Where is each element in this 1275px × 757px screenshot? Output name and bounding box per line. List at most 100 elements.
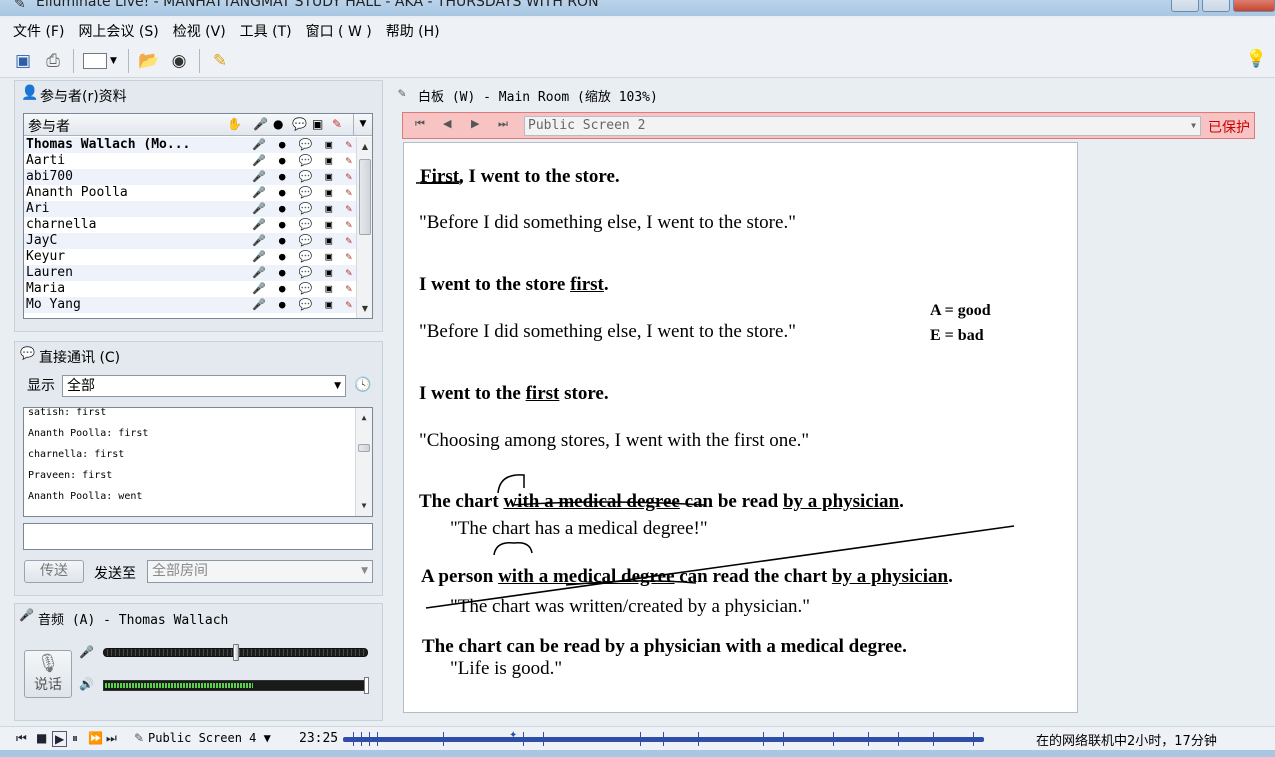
pen-icon: ✎ [345, 266, 352, 279]
scroll-thumb[interactable] [359, 159, 371, 235]
timeline-tick [898, 732, 899, 746]
desktop-column-icon[interactable]: ▣ [312, 117, 323, 131]
chat-input[interactable] [23, 523, 373, 550]
timeline-tick [361, 732, 362, 746]
play-icon[interactable]: ▶ [52, 731, 68, 747]
timeline-tick [543, 732, 544, 746]
mic-icon: 🎤 [252, 250, 266, 263]
pen-icon: ✎ [345, 234, 352, 247]
status-pen-icon: ✎ [134, 731, 145, 745]
scroll-thumb[interactable] [358, 444, 370, 452]
desktop-icon: ▣ [325, 138, 333, 151]
send-button[interactable]: 传送 [24, 560, 84, 583]
chat-icon: 💬 [298, 138, 313, 151]
fast-forward-icon[interactable]: ⏩ [88, 731, 103, 745]
send-to-label: 发送至 [94, 566, 136, 582]
menu-window[interactable]: 窗口 ( W ) [299, 21, 379, 41]
participant-row[interactable]: Lauren 🎤 ● 💬 ▣ ✎ [24, 265, 356, 281]
desktop-icon: ▣ [325, 186, 333, 199]
mic-column-icon[interactable]: 🎤 [253, 117, 268, 131]
send-to-select[interactable]: 全部房间 ▼ [147, 560, 373, 583]
speaker-icon: 🔊 [79, 677, 94, 691]
save-icon[interactable]: ▣ [10, 48, 36, 74]
lightbulb-icon[interactable]: 💡 [1246, 49, 1267, 69]
columns-dropdown[interactable]: ▼ [353, 114, 372, 135]
next-screen-icon[interactable]: ▶ [471, 117, 479, 130]
menu-help[interactable]: 帮助 (H) [379, 21, 447, 41]
raise-hand-icon[interactable]: ✋ [227, 117, 242, 131]
playback-timeline[interactable]: ✦ [343, 730, 984, 746]
last-screen-icon[interactable]: ⏭ [498, 117, 508, 131]
whiteboard-annotations [415, 181, 1015, 609]
webcam-icon[interactable]: ◉ [166, 48, 192, 74]
chat-column-icon[interactable]: 💬 [292, 117, 307, 131]
toolbar: ▣ ⎙ ▼ 📂 ◉ ✎ 💡 [0, 44, 1275, 78]
participants-title: 参与者(r)资料 [40, 89, 127, 105]
participant-row[interactable]: Keyur 🎤 ● 💬 ▣ ✎ [24, 249, 356, 265]
timeline-marker-icon[interactable]: ✦ [509, 730, 517, 741]
notes-icon[interactable]: ✎ [207, 48, 233, 74]
chat-scrollbar[interactable]: ▲ ▼ [355, 408, 372, 516]
scroll-down-icon[interactable]: ▼ [357, 301, 372, 317]
window-bottom-edge [0, 750, 1275, 757]
participant-row[interactable]: charnella 🎤 ● 💬 ▣ ✎ [24, 217, 356, 233]
pen-icon: ✎ [345, 170, 352, 183]
desktop-icon: ▣ [325, 234, 333, 247]
annotation-arc-2 [493, 541, 533, 556]
participant-row[interactable]: JayC 🎤 ● 💬 ▣ ✎ [24, 233, 356, 249]
timeline-tick [640, 732, 641, 746]
participants-list: 参与者 ✋ 🎤 ● 💬 ▣ ✎ ▼ Thomas Wallach (Mo... 🎤… [23, 113, 373, 319]
toolbar-separator [128, 48, 129, 73]
chat-icon: 💬 [298, 250, 313, 263]
participants-column-header[interactable]: 参与者 [28, 116, 70, 136]
prev-screen-icon[interactable]: ◀ [443, 117, 451, 130]
mic-icon: 🎤 [252, 298, 266, 311]
scroll-up-icon[interactable]: ▲ [357, 139, 372, 155]
participant-row[interactable]: Thomas Wallach (Mo... 🎤 ● 💬 ▣ ✎ [24, 137, 356, 153]
participant-row[interactable]: Aarti 🎤 ● 💬 ▣ ✎ [24, 153, 356, 169]
show-filter-select[interactable]: 全部 ▼ [62, 375, 346, 397]
stop-icon[interactable]: ■ [36, 731, 47, 745]
current-screen-select[interactable]: Public Screen 4 ▼ [148, 731, 271, 745]
layout-dropdown[interactable]: ▼ [81, 48, 121, 74]
history-clock-icon[interactable]: 🕓 [354, 377, 371, 393]
menu-tools[interactable]: 工具 (T) [233, 21, 299, 41]
skip-start-icon[interactable]: ⏮ [16, 731, 27, 746]
menu-file[interactable]: 文件 (F) [6, 21, 71, 41]
whiteboard-canvas[interactable]: First, I went to the store. "Before I di… [403, 142, 1078, 713]
timeline-tick [663, 732, 664, 746]
mic-icon: 🎤 [252, 202, 266, 215]
load-folder-icon[interactable]: 📂 [136, 48, 162, 74]
speaker-volume-knob[interactable] [364, 677, 369, 694]
mic-volume-knob[interactable] [232, 644, 239, 661]
skip-end-icon[interactable]: ⏭ [106, 731, 117, 746]
chat-icon: 💬 [298, 154, 313, 167]
desktop-icon: ▣ [325, 202, 333, 215]
menu-view[interactable]: 检视 (V) [166, 21, 233, 41]
print-icon[interactable]: ⎙ [40, 48, 66, 74]
desktop-icon: ▣ [325, 154, 333, 167]
talk-button[interactable]: 🎙 说话 [24, 650, 72, 698]
scroll-up-icon[interactable]: ▲ [356, 410, 372, 426]
participant-row[interactable]: Ananth Poolla 🎤 ● 💬 ▣ ✎ [24, 185, 356, 201]
video-column-icon[interactable]: ● [273, 117, 283, 131]
minimize-button[interactable] [1171, 0, 1199, 12]
menu-meeting[interactable]: 网上会议 (S) [71, 21, 165, 41]
whiteboard-column-icon[interactable]: ✎ [332, 117, 342, 131]
participant-row[interactable]: Maria 🎤 ● 💬 ▣ ✎ [24, 281, 356, 297]
mic-volume-slider[interactable] [103, 644, 368, 661]
maximize-button[interactable] [1202, 0, 1230, 12]
chat-icon: 💬 [298, 186, 313, 199]
scroll-down-icon[interactable]: ▼ [356, 498, 372, 514]
pen-icon: ✎ [345, 250, 352, 263]
participants-scrollbar[interactable]: ▲ ▼ [356, 137, 372, 318]
first-screen-icon[interactable]: ⏮ [415, 117, 425, 131]
screen-select[interactable]: Public Screen 2 ▼ [524, 116, 1201, 136]
video-icon: ● [278, 186, 286, 199]
participant-row[interactable]: abi700 🎤 ● 💬 ▣ ✎ [24, 169, 356, 185]
pause-icon[interactable]: ⏸ [72, 731, 78, 746]
participant-row[interactable]: Ari 🎤 ● 💬 ▣ ✎ [24, 201, 356, 217]
participant-row[interactable]: Mo Yang 🎤 ● 💬 ▣ ✎ [24, 297, 356, 313]
close-button[interactable] [1233, 0, 1275, 12]
timeline-tick [353, 732, 354, 746]
